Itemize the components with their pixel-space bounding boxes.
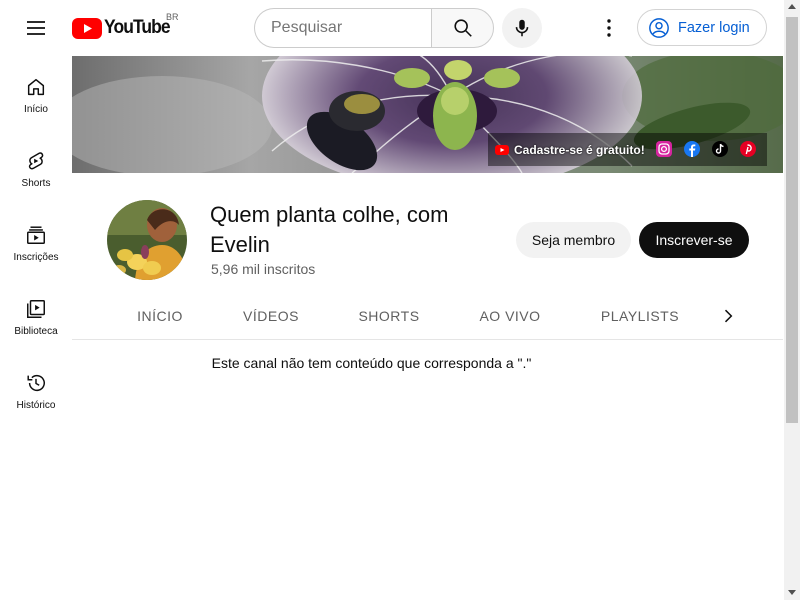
- tab-inicio[interactable]: INÍCIO: [120, 292, 200, 340]
- empty-content-message: Este canal não tem conteúdo que correspo…: [211, 355, 532, 371]
- channel-avatar[interactable]: [107, 200, 187, 280]
- logo-wordmark: YouTube: [104, 17, 171, 38]
- youtube-logo[interactable]: YouTube BR: [72, 12, 179, 39]
- sidebar-item-label: Inscrições: [13, 252, 59, 263]
- chevron-right-icon: [724, 309, 733, 323]
- more-vertical-icon: [607, 19, 611, 37]
- hamburger-menu-icon: [27, 21, 45, 35]
- sign-in-label: Fazer login: [678, 19, 750, 36]
- scrollbar-thumb[interactable]: [786, 17, 798, 423]
- sidebar-item-label: Biblioteca: [14, 326, 58, 337]
- search-input[interactable]: [254, 8, 431, 48]
- search-icon: [453, 19, 472, 37]
- tab-videos[interactable]: VÍDEOS: [232, 292, 310, 340]
- tab-ao-vivo[interactable]: AO VIVO: [468, 292, 552, 340]
- sidebar-item-inicio[interactable]: Início: [0, 56, 72, 130]
- sidebar-item-label: Início: [24, 104, 48, 115]
- tab-playlists[interactable]: PLAYLISTS: [588, 292, 692, 340]
- microphone-icon: [515, 19, 529, 37]
- country-code: BR: [166, 12, 179, 22]
- sidebar-item-historico[interactable]: Histórico: [0, 352, 72, 426]
- library-icon: [27, 300, 45, 318]
- avatar-photo: [107, 200, 187, 280]
- channel-tabs: INÍCIO VÍDEOS SHORTS AO VIVO PLAYLISTS: [72, 292, 783, 340]
- settings-more-button[interactable]: [589, 8, 629, 48]
- banner-signup-link[interactable]: Cadastre-se é gratuito!: [488, 143, 645, 157]
- tab-shorts[interactable]: SHORTS: [348, 292, 430, 340]
- channel-banner: Cadastre-se é gratuito!: [72, 56, 783, 173]
- voice-search-button[interactable]: [502, 8, 542, 48]
- pinterest-icon[interactable]: [740, 141, 756, 157]
- tabs-scroll-right-button[interactable]: [708, 296, 748, 336]
- instagram-icon[interactable]: [656, 141, 672, 157]
- scroll-down-arrow-icon[interactable]: [788, 590, 796, 595]
- subscriptions-icon: [27, 226, 45, 244]
- youtube-play-logo-icon: [72, 17, 102, 39]
- youtube-small-icon: [495, 144, 509, 155]
- scroll-up-arrow-icon[interactable]: [788, 4, 796, 9]
- home-icon: [27, 78, 45, 96]
- subscribe-button[interactable]: Inscrever-se: [639, 222, 749, 258]
- guide-menu-button[interactable]: [16, 8, 56, 48]
- sign-in-button[interactable]: Fazer login: [637, 9, 767, 46]
- channel-name: Quem planta colhe, com Evelin: [210, 202, 449, 257]
- subscriber-count: 5,96 mil inscritos: [211, 261, 316, 277]
- guide-sidebar: Início Shorts Inscrições Biblioteca Hist…: [0, 56, 72, 426]
- shorts-icon: [28, 152, 44, 170]
- sidebar-item-inscricoes[interactable]: Inscrições: [0, 204, 72, 278]
- banner-links-overlay: Cadastre-se é gratuito!: [488, 133, 767, 166]
- facebook-icon[interactable]: [684, 141, 700, 157]
- search-box: [254, 8, 494, 48]
- sidebar-item-biblioteca[interactable]: Biblioteca: [0, 278, 72, 352]
- masthead: YouTube BR Fazer login: [0, 0, 784, 56]
- tiktok-icon[interactable]: [712, 141, 728, 157]
- sidebar-item-label: Histórico: [16, 400, 56, 411]
- sidebar-item-label: Shorts: [21, 178, 51, 189]
- history-icon: [27, 375, 45, 392]
- account-circle-icon: [649, 17, 669, 38]
- search-button[interactable]: [431, 8, 494, 48]
- join-membership-button[interactable]: Seja membro: [516, 222, 631, 258]
- banner-signup-label: Cadastre-se é gratuito!: [514, 142, 645, 157]
- sidebar-item-shorts[interactable]: Shorts: [0, 130, 72, 204]
